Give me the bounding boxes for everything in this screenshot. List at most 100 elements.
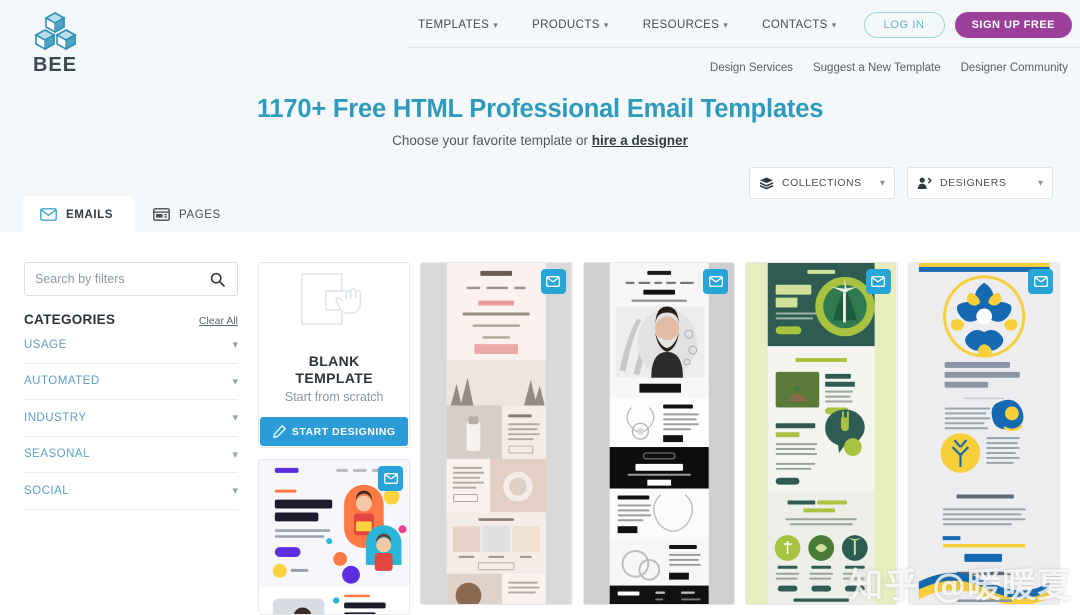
hero-section: 1170+ Free HTML Professional Email Templ… <box>0 95 1080 148</box>
start-designing-button[interactable]: START DESIGNING <box>259 417 409 447</box>
blank-title-line1: BLANK <box>308 353 360 370</box>
chevron-down-icon: ▾ <box>879 177 885 189</box>
envelope-icon <box>1033 276 1048 287</box>
nav-products[interactable]: PRODUCTS ▾ <box>515 13 626 37</box>
chevron-down-icon: ▾ <box>232 412 238 425</box>
primary-nav: TEMPLATES ▾ PRODUCTS ▾ RESOURCES ▾ CONTACTS… <box>401 12 1072 38</box>
grid-column-4 <box>745 262 898 615</box>
template-card-earth-day[interactable] <box>745 262 898 606</box>
sidebar-accordion-seasonal[interactable]: SEASONAL ▾ <box>24 437 238 473</box>
accordion-social-label: SOCIAL <box>24 484 70 497</box>
chevron-down-icon: ▾ <box>232 375 238 388</box>
nav-contacts-label: CONTACTS <box>762 19 828 31</box>
brand-name: BEE <box>32 54 78 76</box>
chevron-down-icon: ▾ <box>831 20 837 30</box>
categories-title: CATEGORIES <box>24 312 116 327</box>
blank-title-line2: TEMPLATE <box>295 370 373 387</box>
designer-person-icon <box>917 177 932 189</box>
login-button[interactable]: LOG IN <box>863 12 945 38</box>
envelope-badge <box>540 269 566 294</box>
grid-column-5 <box>907 262 1061 615</box>
template-grid: BLANK TEMPLATE Start from scratch START … <box>240 232 1080 615</box>
nav-resources-label: RESOURCES <box>642 19 720 31</box>
drag-drop-blocks-icon <box>301 273 362 326</box>
nav-contacts[interactable]: CONTACTS ▾ <box>745 13 854 37</box>
earth-day-template-preview <box>746 263 897 605</box>
subnav-divider <box>407 47 1080 48</box>
accordion-automated-label: AUTOMATED <box>24 375 100 388</box>
site-header: BEE TEMPLATES ▾ PRODUCTS ▾ RESOURCES ▾ CONT… <box>0 0 1080 232</box>
clear-all-link[interactable]: Clear All <box>199 315 238 327</box>
page-title: 1170+ Free HTML Professional Email Templ… <box>256 95 824 123</box>
sidebar-accordion-social[interactable]: SOCIAL ▾ <box>24 473 238 510</box>
nav-templates-label: TEMPLATES <box>418 19 490 31</box>
bee-templates-page: BEE TEMPLATES ▾ PRODUCTS ▾ RESOURCES ▾ CONT… <box>0 0 1080 615</box>
sidebar-accordion-automated[interactable]: AUTOMATED ▾ <box>24 364 238 400</box>
sidebar-accordion-usage[interactable]: USAGE ▾ <box>24 327 238 364</box>
chevron-down-icon: ▾ <box>723 20 729 30</box>
chevron-down-icon: ▾ <box>232 339 238 352</box>
envelope-badge <box>703 269 729 294</box>
nav-designer-community[interactable]: Designer Community <box>961 62 1068 74</box>
envelope-badge <box>865 269 891 294</box>
grid-column-1: BLANK TEMPLATE Start from scratch START … <box>258 262 411 615</box>
secondary-nav: Design Services Suggest a New Template D… <box>710 62 1068 74</box>
layers-icon <box>759 177 774 189</box>
envelope-icon <box>546 276 561 287</box>
nav-templates[interactable]: TEMPLATES ▾ <box>401 13 515 37</box>
template-card-jewelry-discover[interactable] <box>582 262 736 606</box>
start-designing-label: START DESIGNING <box>291 425 396 438</box>
jewelry-template-preview <box>583 263 735 605</box>
page-window-icon <box>153 208 170 221</box>
signup-free-button[interactable]: SIGN UP FREE <box>954 12 1072 38</box>
grid-column-2 <box>420 262 573 615</box>
hero-subtitle: Choose your favorite template or hire a … <box>0 133 1080 148</box>
tab-pages[interactable]: PAGES <box>135 196 243 232</box>
envelope-icon <box>40 208 57 221</box>
chevron-down-icon: ▾ <box>232 448 238 461</box>
categories-header: CATEGORIES Clear All <box>24 312 238 327</box>
search-filters-box[interactable] <box>24 262 238 296</box>
envelope-icon <box>708 276 723 287</box>
ukraine-template-preview <box>908 263 1060 605</box>
blank-template-subtitle: Start from scratch <box>284 390 384 405</box>
search-input[interactable] <box>35 272 210 286</box>
grid-column-3 <box>582 262 736 615</box>
template-card-ukraine-support[interactable] <box>907 262 1061 606</box>
search-icon[interactable] <box>210 272 225 287</box>
collections-dropdown[interactable]: COLLECTIONS ▾ <box>749 167 895 199</box>
template-card-beauty-cosmetics[interactable] <box>420 262 573 606</box>
filter-dropdowns: COLLECTIONS ▾ DESIGNERS ▾ <box>749 167 1053 199</box>
blank-template-card[interactable]: BLANK TEMPLATE Start from scratch START … <box>258 262 411 448</box>
hero-subtitle-text: Choose your favorite template or <box>392 133 592 148</box>
tab-emails[interactable]: EMAILS <box>22 196 136 232</box>
nav-suggest-template[interactable]: Suggest a New Template <box>813 62 941 74</box>
envelope-badge <box>378 465 404 491</box>
designers-label: DESIGNERS <box>940 177 1007 189</box>
template-card-education-courses[interactable] <box>258 458 411 615</box>
chevron-down-icon: ▾ <box>1037 177 1043 189</box>
page-body: CATEGORIES Clear All USAGE ▾ AUTOMATED ▾… <box>0 232 1080 615</box>
filters-sidebar: CATEGORIES Clear All USAGE ▾ AUTOMATED ▾… <box>0 232 240 615</box>
chevron-down-icon: ▾ <box>603 20 609 30</box>
blank-template-title: BLANK TEMPLATE <box>295 353 373 387</box>
accordion-seasonal-label: SEASONAL <box>24 448 90 461</box>
designers-dropdown[interactable]: DESIGNERS ▾ <box>907 167 1053 199</box>
envelope-badge <box>1028 269 1054 294</box>
pencil-icon <box>273 425 286 439</box>
bee-cubes-logo-icon <box>34 12 77 51</box>
nav-design-services[interactable]: Design Services <box>710 62 793 74</box>
hire-a-designer-link[interactable]: hire a designer <box>592 133 688 148</box>
brand-logo[interactable]: BEE <box>20 10 90 77</box>
beauty-template-preview <box>421 263 572 605</box>
nav-products-label: PRODUCTS <box>532 19 600 31</box>
accordion-usage-label: USAGE <box>24 338 67 351</box>
chevron-down-icon: ▾ <box>493 20 499 30</box>
chevron-down-icon: ▾ <box>232 485 238 498</box>
accordion-industry-label: INDUSTRY <box>24 411 87 424</box>
tab-emails-label: EMAILS <box>66 208 114 221</box>
collections-label: COLLECTIONS <box>782 177 862 189</box>
nav-resources[interactable]: RESOURCES ▾ <box>626 13 745 37</box>
envelope-icon <box>383 472 398 484</box>
sidebar-accordion-industry[interactable]: INDUSTRY ▾ <box>24 400 238 437</box>
